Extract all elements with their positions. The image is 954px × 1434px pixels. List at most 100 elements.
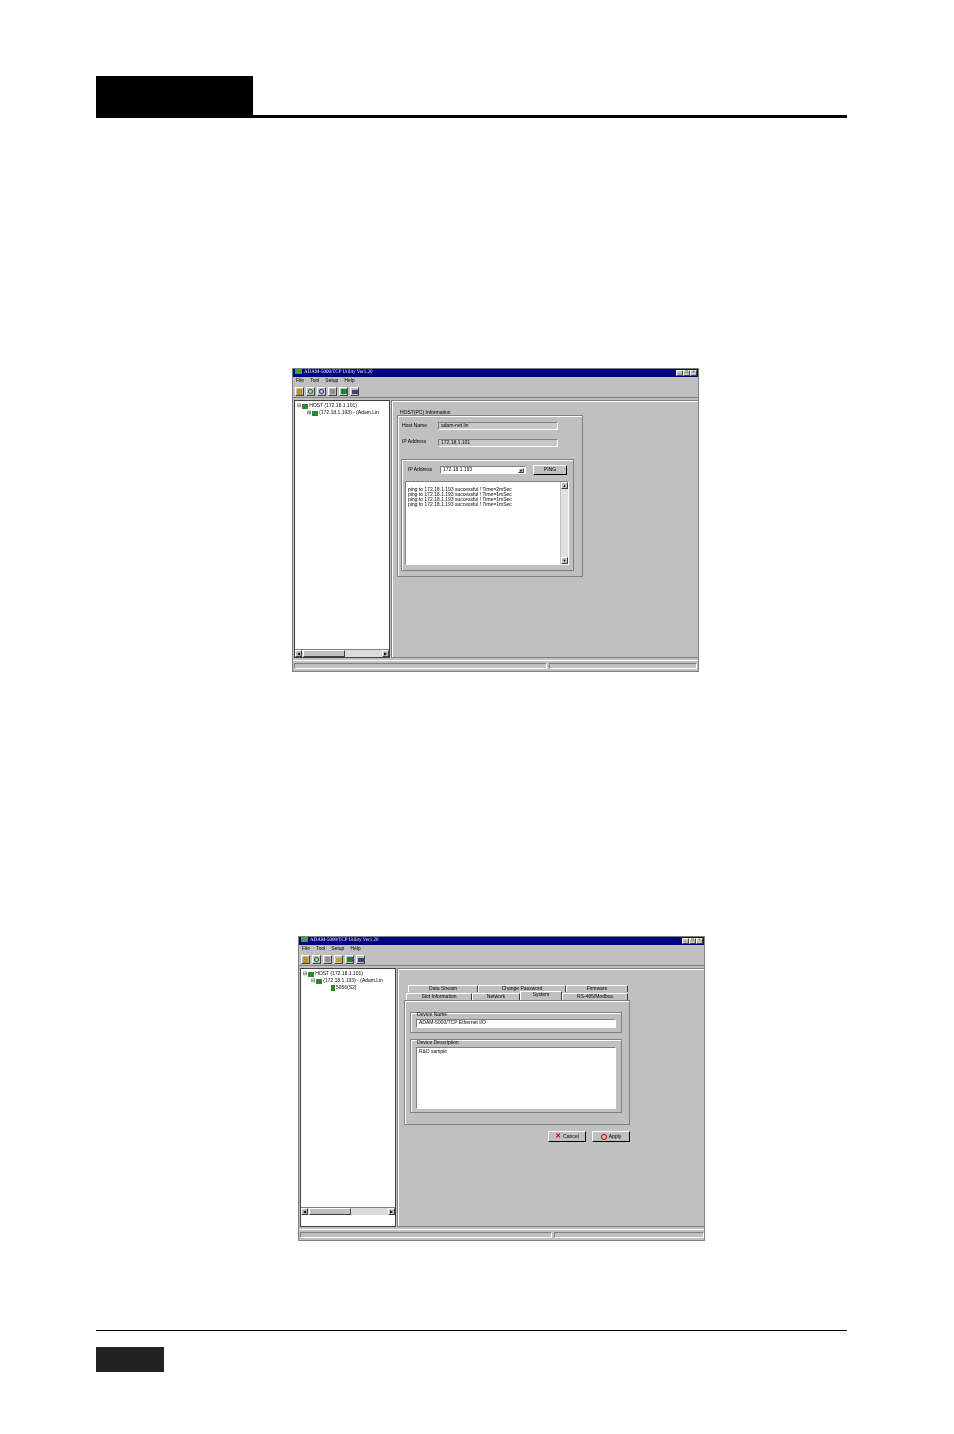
menu-file[interactable]: File: [296, 377, 304, 385]
header-rule: [96, 115, 847, 118]
menu-file[interactable]: File: [302, 945, 310, 953]
toolbar: [299, 954, 704, 966]
status-bar: [299, 1229, 704, 1240]
exit-button[interactable]: [301, 955, 310, 964]
ping-ip-value: 172.18.1.193: [443, 467, 473, 473]
app-icon: [301, 937, 308, 943]
maximize-button[interactable]: □: [683, 370, 690, 376]
content-area: HOST(PC) Information Host Name adam-net.…: [391, 400, 698, 658]
scroll-right-icon[interactable]: ▶: [382, 650, 389, 657]
tree-host-label: HOST (172.18.1.101): [315, 971, 363, 977]
expand-icon: ⊞: [307, 410, 312, 416]
search-button[interactable]: [312, 955, 321, 964]
window-title: ADAM-5000/TCP Utility Ver1.20: [304, 370, 373, 375]
tab-system[interactable]: System: [520, 991, 562, 1000]
results-vertical-scrollbar[interactable]: ▲ ▼: [560, 482, 568, 564]
folder-icon: [335, 957, 342, 962]
status-segment: [549, 663, 697, 669]
minimize-button[interactable]: _: [676, 370, 683, 376]
device-icon: [316, 978, 323, 984]
folder-button[interactable]: [334, 955, 343, 964]
module-icon: [331, 985, 335, 991]
close-button[interactable]: ×: [690, 370, 697, 376]
scroll-left-icon[interactable]: ◀: [295, 650, 302, 657]
terminal-icon: [351, 389, 358, 394]
ping-result-line: ping to 172.18.1.193 successful ! Time=1…: [408, 502, 512, 508]
search-icon: [308, 389, 313, 394]
device-description-textarea[interactable]: R&D sample: [416, 1047, 616, 1109]
ping-ip-combobox[interactable]: 172.18.1.193 ▼: [440, 466, 526, 474]
menu-setup[interactable]: Setup: [331, 945, 344, 953]
scroll-left-icon[interactable]: ◀: [301, 1208, 308, 1215]
menu-help[interactable]: Help: [344, 377, 354, 385]
tab-network[interactable]: Network: [472, 993, 520, 1000]
tab-data-stream[interactable]: Data Stream: [408, 985, 478, 992]
device-tree[interactable]: ⊟ HOST (172.18.1.101) ⊞ (172.18.1.193) -…: [294, 400, 390, 658]
menu-tool[interactable]: Tool: [316, 945, 325, 953]
tree-item-host[interactable]: ⊟ HOST (172.18.1.101): [297, 403, 357, 409]
device-tree[interactable]: ⊟ HOST (172.18.1.101) ⊟ (172.18.1.193) -…: [300, 968, 396, 1227]
device-icon: [312, 410, 319, 416]
ping-ip-label: IP Address: [408, 467, 433, 473]
status-segment: [300, 1232, 552, 1238]
close-button[interactable]: ×: [696, 938, 703, 944]
menu-bar: File Tool Setup Help: [293, 377, 698, 385]
tree-slot-label: 5056(S2): [336, 985, 357, 991]
host-name-field: adam-net.lin: [438, 422, 558, 430]
scroll-up-icon[interactable]: ▲: [561, 482, 568, 489]
terminal-button[interactable]: [350, 387, 359, 396]
tree-horizontal-scrollbar[interactable]: ◀ ▶: [295, 649, 389, 657]
apply-button[interactable]: Apply: [592, 1131, 630, 1142]
ping-results-box[interactable]: ping to 172.18.1.193 successful ! Time=2…: [405, 481, 569, 565]
add-button[interactable]: [323, 955, 332, 964]
scroll-thumb[interactable]: [309, 1208, 351, 1215]
add-button[interactable]: [328, 387, 337, 396]
search-button[interactable]: [306, 387, 315, 396]
computer-icon: [302, 403, 309, 409]
scroll-thumb[interactable]: [303, 650, 345, 657]
network-button[interactable]: [345, 955, 354, 964]
status-segment: [294, 663, 547, 669]
exit-icon: [297, 388, 302, 395]
chevron-down-icon[interactable]: ▼: [518, 468, 524, 473]
computer-icon: [308, 971, 315, 977]
network-button[interactable]: [339, 387, 348, 396]
window-title: ADAM-5000/TCP Utility Ver1.20: [310, 938, 379, 943]
collapse-icon: ⊟: [311, 978, 316, 984]
device-name-input[interactable]: ADAM-5000/TCP Ethernet I/O: [416, 1019, 616, 1028]
menu-tool[interactable]: Tool: [310, 377, 319, 385]
device-description-value: R&D sample: [419, 1049, 448, 1055]
collapse-icon: ⊟: [297, 403, 302, 409]
cancel-label: Cancel: [563, 1133, 579, 1140]
minimize-button[interactable]: _: [682, 938, 689, 944]
footer-block: [96, 1347, 164, 1372]
host-ip-label: IP Address: [402, 439, 427, 445]
menu-bar: File Tool Setup Help: [299, 945, 704, 953]
title-bar: ADAM-5000/TCP Utility Ver1.20 _ □ ×: [299, 937, 704, 945]
tab-firmware[interactable]: Firmware: [566, 985, 628, 992]
device-name-label: Device Name: [417, 1012, 448, 1018]
network-icon: [346, 957, 353, 962]
tree-horizontal-scrollbar[interactable]: ◀ ▶: [301, 1207, 395, 1215]
scroll-right-icon[interactable]: ▶: [388, 1208, 395, 1215]
tab-slot-information[interactable]: Slot Information: [406, 993, 472, 1000]
tree-item-slot[interactable]: 5056(S2): [331, 985, 357, 991]
terminal-button[interactable]: [356, 955, 365, 964]
tab-rs485-modbus[interactable]: RS-485/Modbus: [562, 993, 628, 1000]
menu-setup[interactable]: Setup: [325, 377, 338, 385]
scroll-down-icon[interactable]: ▼: [561, 557, 568, 564]
menu-help[interactable]: Help: [350, 945, 360, 953]
tree-item-host[interactable]: ⊟ HOST (172.18.1.101): [303, 971, 363, 977]
exit-button[interactable]: [295, 387, 304, 396]
content-area: Data Stream Change Password Firmware Slo…: [397, 968, 704, 1227]
utility-window-ping: ADAM-5000/TCP Utility Ver1.20 _ □ × File…: [292, 368, 699, 672]
cancel-button[interactable]: ✕ Cancel: [548, 1131, 586, 1142]
find-button[interactable]: [317, 387, 326, 396]
tree-item-device[interactable]: ⊟ (172.18.1.193) - (Adam.Lin: [311, 978, 383, 984]
tree-item-device[interactable]: ⊞ (172.18.1.193) - (Adam.Lin: [307, 410, 379, 416]
host-ip-field: 172.18.1.101: [438, 439, 558, 447]
ping-button[interactable]: PING: [533, 465, 567, 475]
apply-label: Apply: [608, 1133, 622, 1140]
header-block: [96, 76, 253, 118]
maximize-button[interactable]: □: [689, 938, 696, 944]
